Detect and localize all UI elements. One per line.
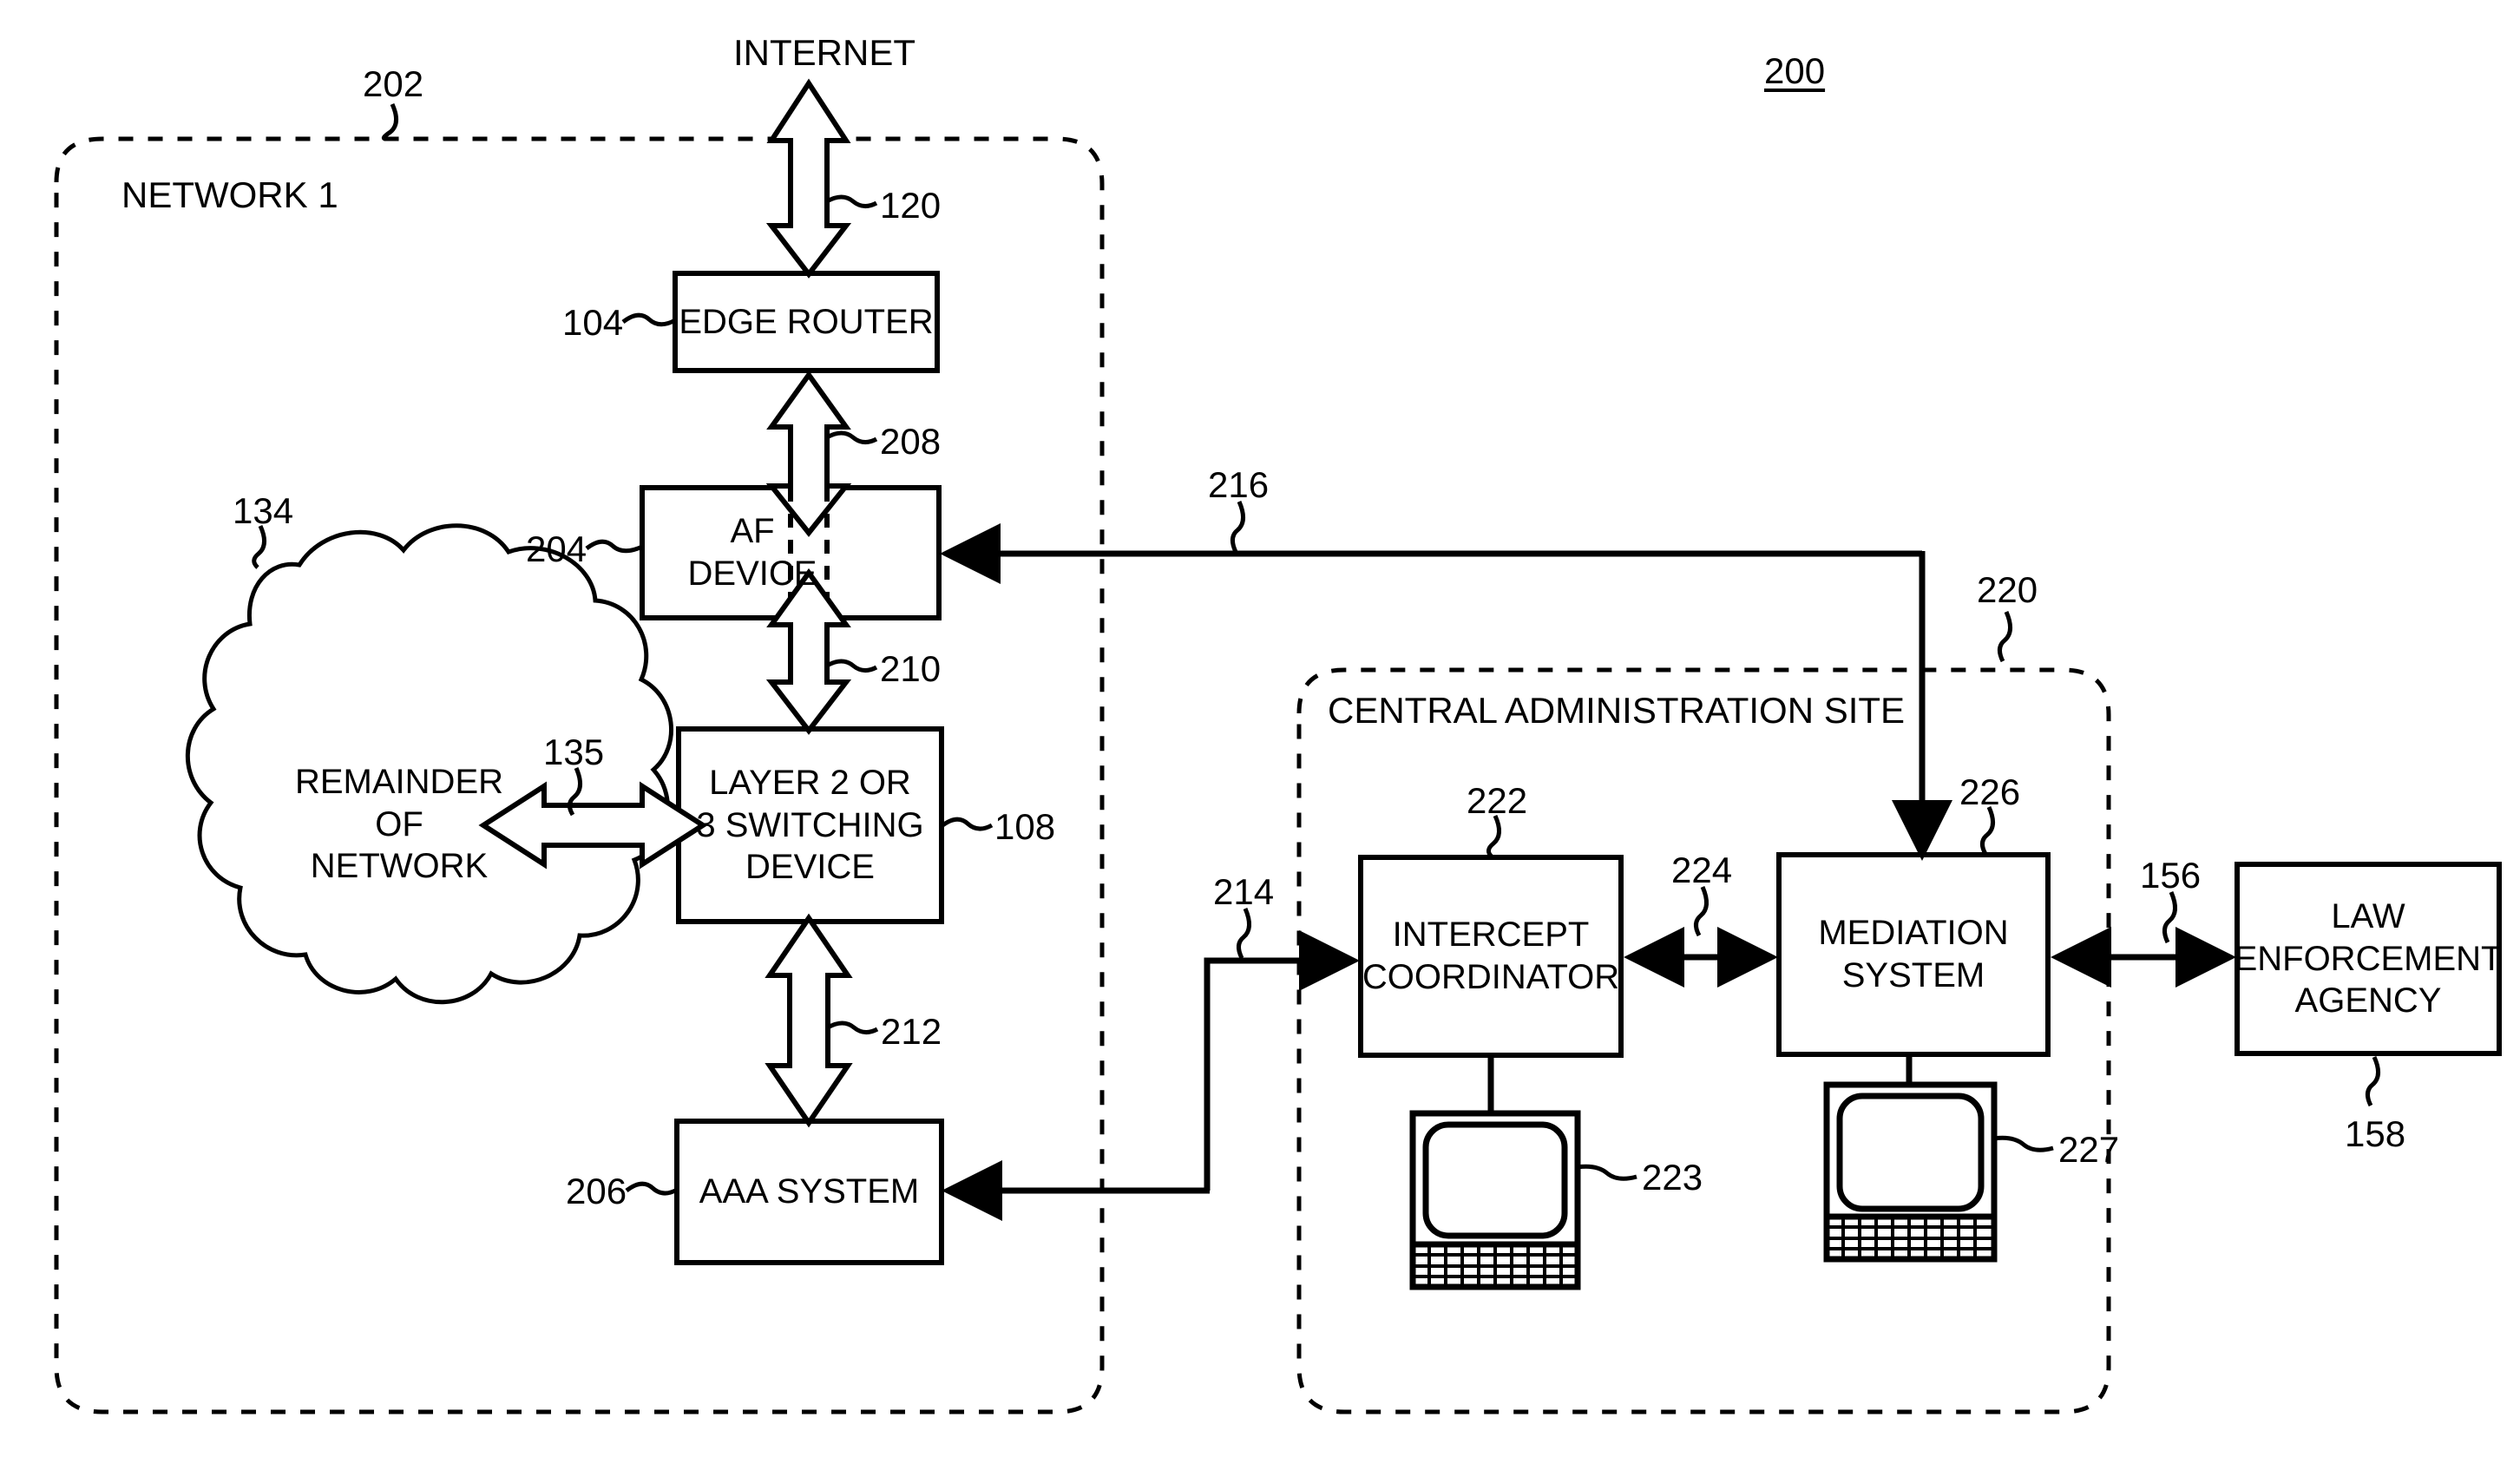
leader-158 (2366, 1055, 2380, 1107)
connector-214-intercept-to-aaa (1204, 930, 1360, 1191)
patent-figure-canvas: 200 INTERNET 202 NETWORK 1 220 CENTRAL A… (0, 0, 2520, 1457)
ref-222: 222 (1467, 780, 1528, 821)
edge-router-label: EDGE ROUTER (679, 302, 934, 341)
ref-226: 226 (1959, 771, 2021, 812)
leader-206 (625, 1181, 679, 1196)
connector-120-internet-link (765, 78, 852, 279)
leader-224 (1694, 886, 1709, 937)
leader-202 (381, 102, 398, 141)
leader-226 (1980, 805, 1995, 856)
ref-214: 214 (1213, 871, 1275, 912)
terminal-223-computer-icon (1409, 1055, 1637, 1290)
leader-156 (2162, 891, 2177, 944)
leader-214 (1237, 908, 1251, 960)
connector-212-switching-aaa (765, 913, 853, 1128)
leader-216 (1230, 501, 1245, 554)
ref-135: 135 (543, 732, 605, 772)
ref-158: 158 (2345, 1113, 2406, 1154)
ref-206: 206 (566, 1171, 627, 1211)
ref-210: 210 (880, 648, 942, 689)
ref-202: 202 (363, 63, 424, 104)
ref-104: 104 (562, 302, 624, 343)
ref-156: 156 (2140, 855, 2202, 896)
leader-212 (826, 1021, 879, 1034)
aaa-system-label: AAA SYSTEM (699, 1172, 920, 1211)
ref-223: 223 (1642, 1157, 1703, 1198)
leader-220 (1998, 611, 2012, 663)
region-label-network1: NETWORK 1 (121, 174, 338, 215)
ref-120: 120 (880, 185, 942, 226)
internet-label: INTERNET (733, 32, 915, 73)
region-label-central-admin: CENTRAL ADMINISTRATION SITE (1328, 690, 1906, 731)
leader-204 (585, 539, 644, 554)
af-device-label: AF DEVICE (687, 512, 817, 593)
remainder-of-network-label: REMAINDER OF NETWORK (294, 762, 504, 886)
leader-104 (621, 312, 677, 327)
ref-204: 204 (526, 528, 587, 569)
leader-108 (940, 817, 994, 831)
intercept-coordinator-label: INTERCEPT COORDINATOR (1362, 916, 1620, 996)
leader-120 (825, 194, 878, 208)
ref-108: 108 (994, 806, 1056, 847)
ref-220: 220 (1977, 569, 2038, 610)
switching-device-label: LAYER 2 OR 3 SWITCHING DEVICE (696, 763, 924, 887)
ref-134: 134 (233, 490, 294, 531)
ref-216: 216 (1208, 464, 1270, 505)
leader-208 (825, 430, 878, 444)
terminal-227-computer-icon (1823, 1054, 2054, 1263)
ref-212: 212 (881, 1011, 942, 1052)
ref-208: 208 (880, 421, 942, 462)
figure-reference-number: 200 (1764, 50, 1826, 91)
leader-210 (825, 659, 878, 673)
law-enforcement-agency-label: LAW ENFORCEMENT AGENCY (2234, 896, 2503, 1021)
ref-224: 224 (1671, 850, 1733, 890)
ref-227: 227 (2058, 1129, 2120, 1170)
mediation-system-label: MEDIATION SYSTEM (1818, 914, 2009, 994)
